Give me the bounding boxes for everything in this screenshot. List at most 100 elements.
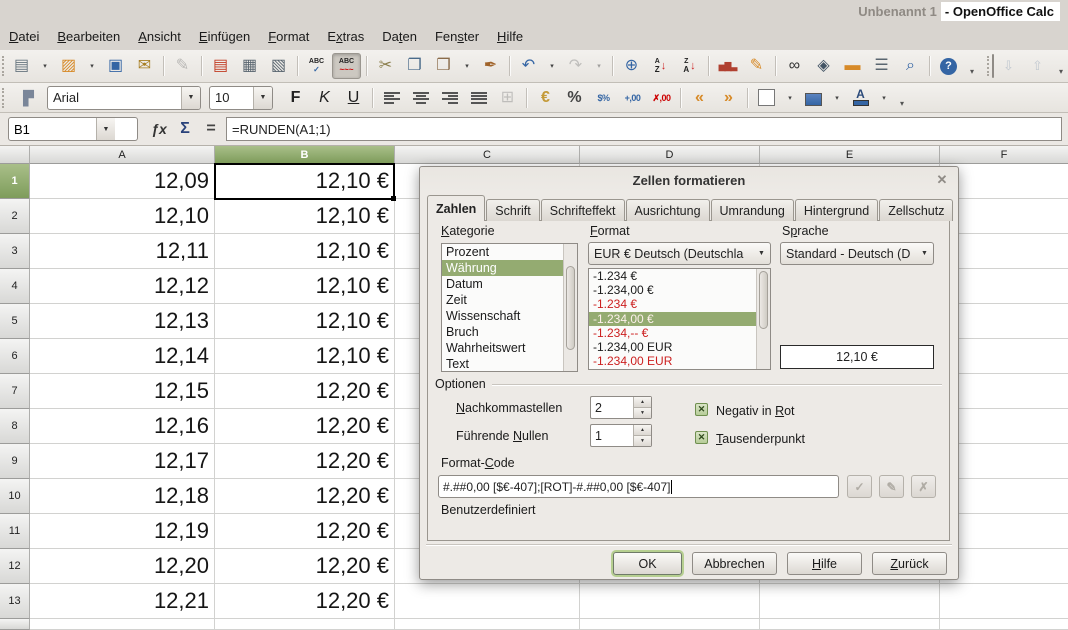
select-all-corner[interactable] xyxy=(0,146,30,164)
row-header-6[interactable]: 6 xyxy=(0,339,30,374)
back-button[interactable]: Zurück xyxy=(872,552,947,575)
cell-B9[interactable]: 12,20 € xyxy=(215,444,395,479)
cell-reference-input[interactable] xyxy=(9,121,96,138)
tab-ausrichtung[interactable]: Ausrichtung xyxy=(626,199,710,221)
spin-down-icon[interactable]: ▼ xyxy=(634,408,651,418)
increase-indent-button[interactable]: » xyxy=(715,86,742,110)
find-toolbar-grip[interactable] xyxy=(987,56,989,76)
format-list-item[interactable]: -1.234,00 € xyxy=(589,283,770,297)
new-document-dropdown[interactable]: ▾ xyxy=(37,54,53,78)
tab-schrifteffekt[interactable]: Schrifteffekt xyxy=(541,199,625,221)
cell-A14[interactable] xyxy=(30,619,215,630)
category-wahrheitswert[interactable]: Wahrheitswert xyxy=(442,340,577,356)
cell-E13[interactable] xyxy=(760,584,940,619)
font-name-combo[interactable]: Arial ▼ xyxy=(47,86,201,110)
italic-button[interactable]: K xyxy=(311,86,338,110)
cell-A8[interactable]: 12,16 xyxy=(30,409,215,444)
scrollbar[interactable] xyxy=(563,244,577,371)
cell-F10[interactable] xyxy=(940,479,1068,514)
cell-F7[interactable] xyxy=(940,374,1068,409)
row-header-14[interactable] xyxy=(0,619,30,630)
formula-input[interactable]: =RUNDEN(A1;1) xyxy=(226,117,1062,141)
cell-A5[interactable]: 12,13 xyxy=(30,304,215,339)
format-list-item[interactable]: -1.234 € xyxy=(589,269,770,283)
row-header-12[interactable]: 12 xyxy=(0,549,30,584)
column-header-a[interactable]: A xyxy=(30,146,215,164)
row-header-4[interactable]: 4 xyxy=(0,269,30,304)
cell-A1[interactable]: 12,09 xyxy=(30,164,215,199)
cell-B8[interactable]: 12,20 € xyxy=(215,409,395,444)
menu-einf-gen[interactable]: Einfügen xyxy=(190,25,259,48)
spellcheck-button[interactable]: ABC✓ xyxy=(303,54,330,78)
font-size-combo[interactable]: 10 ▼ xyxy=(209,86,273,110)
cell-B6[interactable]: 12,10 € xyxy=(215,339,395,374)
font-color-button[interactable]: A xyxy=(847,86,874,110)
paste-button[interactable]: ❒ xyxy=(430,54,457,78)
menu-extras[interactable]: Extras xyxy=(318,25,373,48)
help-button[interactable]: ? xyxy=(935,54,962,78)
cell-F3[interactable] xyxy=(940,234,1068,269)
negative-red-checkbox[interactable] xyxy=(695,403,708,416)
export-pdf-button[interactable]: ▤ xyxy=(207,54,234,78)
spin-up-icon[interactable]: ▲ xyxy=(634,425,651,436)
borders-button[interactable] xyxy=(753,86,780,110)
column-header-f[interactable]: F xyxy=(940,146,1068,164)
align-center-button[interactable] xyxy=(407,86,434,110)
language-dropdown[interactable]: Standard - Deutsch (D ▼ xyxy=(780,242,934,265)
cell-F14[interactable] xyxy=(940,619,1068,630)
row-header-7[interactable]: 7 xyxy=(0,374,30,409)
name-box-dropdown-button[interactable]: ▼ xyxy=(96,118,115,140)
borders-dropdown[interactable]: ▾ xyxy=(782,86,798,110)
font-size-dropdown-button[interactable]: ▼ xyxy=(253,87,272,109)
cell-B4[interactable]: 12,10 € xyxy=(215,269,395,304)
background-color-button[interactable] xyxy=(800,86,827,110)
menu-hilfe[interactable]: Hilfe xyxy=(488,25,532,48)
formatting-toolbar-overflow-button[interactable]: ▾ xyxy=(894,86,910,110)
add-decimal-place-button[interactable]: +,00 xyxy=(619,86,646,110)
ok-button[interactable]: OK xyxy=(613,552,682,575)
category-datum[interactable]: Datum xyxy=(442,276,577,292)
sort-descending-button[interactable]: ZA↓ xyxy=(676,54,703,78)
new-document-button[interactable]: ▤ xyxy=(8,54,35,78)
format-paintbrush-button[interactable]: ✒ xyxy=(477,54,504,78)
row-header-13[interactable]: 13 xyxy=(0,584,30,619)
styles-button[interactable]: ▛ xyxy=(15,86,42,110)
function-wizard-button[interactable]: ƒx xyxy=(146,117,172,141)
open-file-dropdown[interactable]: ▾ xyxy=(84,54,100,78)
category-wissenschaft[interactable]: Wissenschaft xyxy=(442,308,577,324)
cell-A7[interactable]: 12,15 xyxy=(30,374,215,409)
function-button[interactable]: = xyxy=(198,117,224,141)
cancel-button[interactable]: Abbrechen xyxy=(692,552,777,575)
find-and-replace-button[interactable]: ∞ xyxy=(781,54,808,78)
format-code-input[interactable]: #.##0,00 [$€-407];[ROT]-#.##0,00 [$€-407… xyxy=(438,475,839,498)
toolbar-grip[interactable] xyxy=(2,88,11,108)
cell-F13[interactable] xyxy=(940,584,1068,619)
cell-A11[interactable]: 12,19 xyxy=(30,514,215,549)
tab-hintergrund[interactable]: Hintergrund xyxy=(795,199,878,221)
row-header-11[interactable]: 11 xyxy=(0,514,30,549)
menu-ansicht[interactable]: Ansicht xyxy=(129,25,190,48)
tab-schrift[interactable]: Schrift xyxy=(486,199,539,221)
cell-A10[interactable]: 12,18 xyxy=(30,479,215,514)
close-icon[interactable]: ✕ xyxy=(934,172,950,188)
row-header-3[interactable]: 3 xyxy=(0,234,30,269)
show-draw-functions-button[interactable]: ✎ xyxy=(743,54,770,78)
cell-A9[interactable]: 12,17 xyxy=(30,444,215,479)
format-list-item[interactable]: -1.234 € xyxy=(589,297,770,311)
cell-F1[interactable] xyxy=(940,164,1068,199)
cell-F9[interactable] xyxy=(940,444,1068,479)
column-header-d[interactable]: D xyxy=(580,146,760,164)
hyperlink-button[interactable]: ⊕ xyxy=(618,54,645,78)
cell-B13[interactable]: 12,20 € xyxy=(215,584,395,619)
format-list-item[interactable]: -1.234,-- € xyxy=(589,326,770,340)
navigator-button[interactable]: ◈ xyxy=(810,54,837,78)
cell-C13[interactable] xyxy=(395,584,580,619)
align-left-button[interactable] xyxy=(378,86,405,110)
format-percent-button[interactable]: % xyxy=(561,86,588,110)
menu-fenster[interactable]: Fenster xyxy=(426,25,488,48)
cell-E14[interactable] xyxy=(760,619,940,630)
save-button[interactable]: ▣ xyxy=(102,54,129,78)
format-list-item[interactable]: -1.234,00 EUR xyxy=(589,340,770,354)
gallery-button[interactable]: ▬ xyxy=(839,54,866,78)
cell-B2[interactable]: 12,10 € xyxy=(215,199,395,234)
